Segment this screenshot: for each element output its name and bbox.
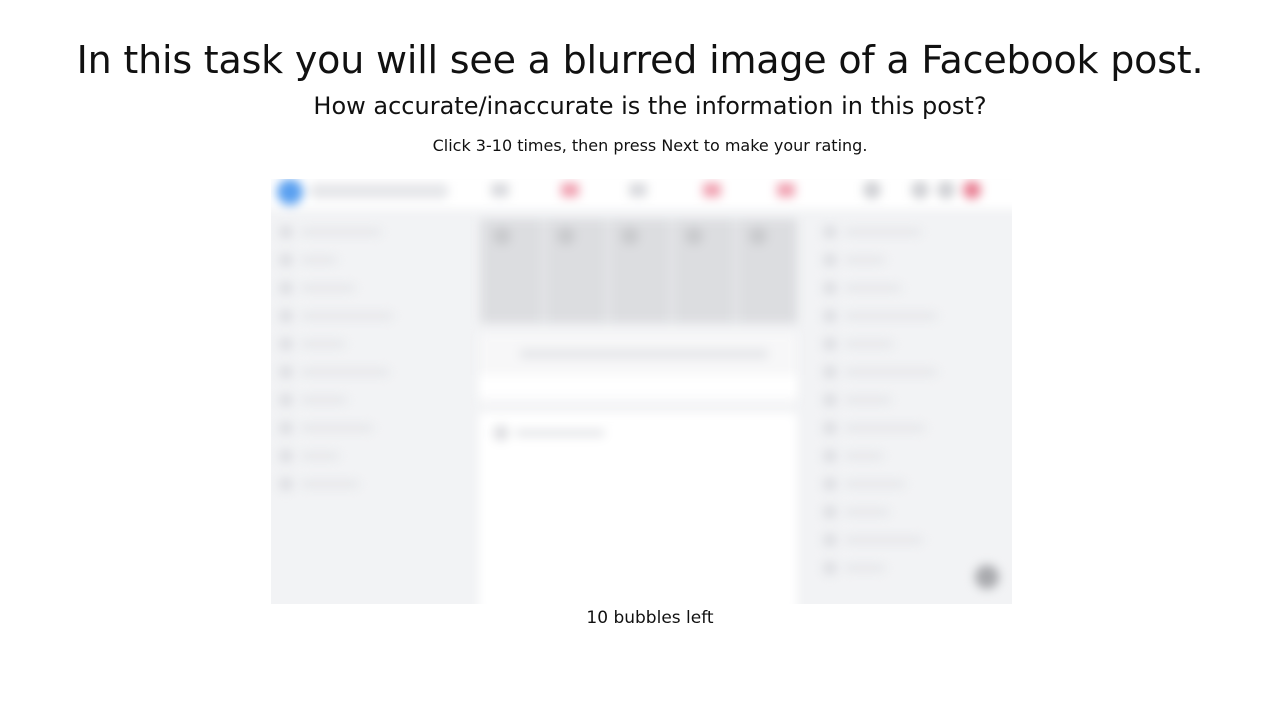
- story-avatar-icon: [621, 227, 639, 245]
- sidebar-icon: [279, 421, 293, 435]
- task-page: In this task you will see a blurred imag…: [0, 0, 1280, 720]
- contact-icon: [823, 533, 837, 547]
- sidebar-icon: [279, 309, 293, 323]
- gaming-tab-icon: [777, 183, 795, 197]
- poster-name-shape: [515, 429, 605, 437]
- left-sidebar: [271, 213, 475, 604]
- contact-icon: [823, 393, 837, 407]
- story-avatar-icon: [749, 227, 767, 245]
- sidebar-icon: [279, 337, 293, 351]
- sidebar-icon: [279, 225, 293, 239]
- contact-icon: [823, 225, 837, 239]
- sidebar-icon: [279, 393, 293, 407]
- new-message-icon: [975, 565, 999, 589]
- sidebar-icon: [279, 477, 293, 491]
- contact-icon: [823, 561, 837, 575]
- feed-post: [479, 413, 797, 604]
- blurred-post-content: [271, 179, 1012, 604]
- sidebar-icon: [279, 253, 293, 267]
- menu-icon: [911, 181, 929, 199]
- poster-avatar-icon: [493, 425, 509, 441]
- story-card: [675, 219, 733, 323]
- story-card: [611, 219, 669, 323]
- contact-icon: [823, 477, 837, 491]
- contact-icon: [823, 421, 837, 435]
- sidebar-icon: [279, 449, 293, 463]
- post-topbar: [271, 179, 1012, 209]
- notifications-icon: [963, 181, 981, 199]
- post-composer: [479, 333, 797, 405]
- groups-tab-icon: [703, 183, 721, 197]
- home-tab-icon: [491, 183, 509, 197]
- story-avatar-icon: [685, 227, 703, 245]
- contact-icon: [823, 253, 837, 267]
- contact-icon: [823, 449, 837, 463]
- news-feed: [479, 213, 797, 604]
- rating-question: How accurate/inaccurate is the informati…: [313, 92, 987, 120]
- stories-row: [479, 219, 797, 323]
- task-title: In this task you will see a blurred imag…: [76, 38, 1204, 83]
- search-bar-shape: [309, 183, 449, 199]
- story-avatar-icon: [557, 227, 575, 245]
- click-instruction: Click 3-10 times, then press Next to mak…: [432, 136, 868, 155]
- story-avatar-icon: [493, 227, 511, 245]
- story-card: [547, 219, 605, 323]
- marketplace-tab-icon: [629, 183, 647, 197]
- facebook-logo-icon: [277, 179, 303, 205]
- contact-icon: [823, 365, 837, 379]
- sidebar-icon: [279, 281, 293, 295]
- composer-input-shape: [519, 349, 769, 359]
- watch-tab-icon: [561, 183, 579, 197]
- story-card: [483, 219, 541, 323]
- profile-icon: [863, 181, 881, 199]
- messenger-icon: [937, 181, 955, 199]
- contact-icon: [823, 309, 837, 323]
- right-sidebar: [805, 213, 1012, 604]
- blurred-post-image[interactable]: [271, 179, 1012, 604]
- bubbles-left-counter: 10 bubbles left: [586, 608, 714, 628]
- sidebar-icon: [279, 365, 293, 379]
- contact-icon: [823, 281, 837, 295]
- contact-icon: [823, 505, 837, 519]
- composer-actions-shape: [479, 375, 797, 397]
- contact-icon: [823, 337, 837, 351]
- story-card: [739, 219, 797, 323]
